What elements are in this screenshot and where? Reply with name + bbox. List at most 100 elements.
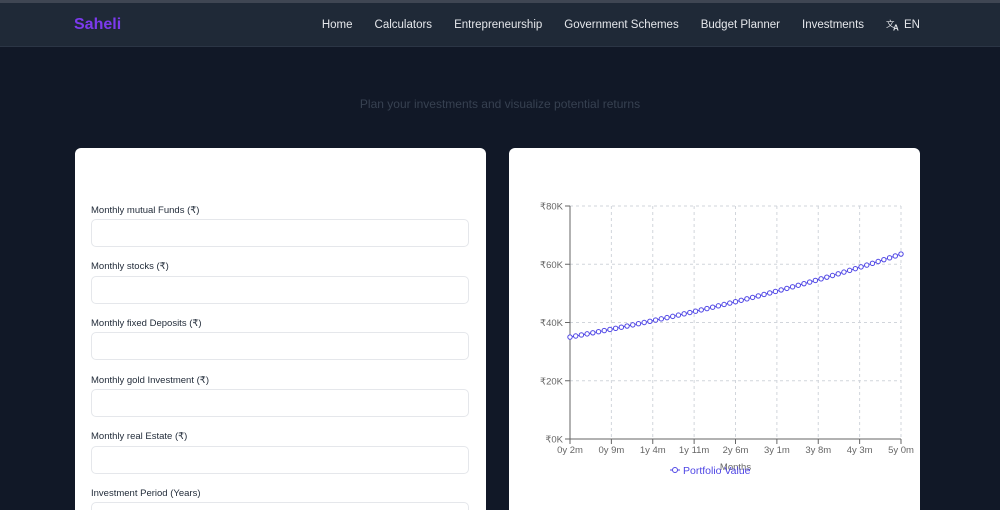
translate-icon: 文 A <box>886 19 899 32</box>
x-tick-label: 0y 9m <box>598 445 624 456</box>
data-point <box>670 313 676 320</box>
data-point <box>675 312 682 318</box>
data-point <box>806 279 813 285</box>
data-point <box>590 330 596 336</box>
brand-logo[interactable]: Saheli <box>74 16 121 34</box>
data-point <box>864 262 870 268</box>
language-label: EN <box>904 18 920 31</box>
navbar: Saheli Home Calculators Entrepreneurship… <box>0 3 1000 47</box>
data-point <box>630 322 636 328</box>
x-tick-label: 3y 1m <box>764 445 790 456</box>
data-point <box>641 319 647 326</box>
y-tick-label: ₹60K <box>540 260 564 271</box>
x-tick-label: 4y 3m <box>847 445 873 456</box>
data-point <box>824 274 830 280</box>
data-point <box>778 287 784 293</box>
data-point <box>818 276 824 282</box>
data-point <box>892 253 898 259</box>
y-axis-ticks: ₹0K ₹20K ₹40K ₹60K ₹80K <box>540 202 570 446</box>
portfolio-chart: ₹0K ₹20K ₹40K ₹60K ₹80K 0y 2m 0y 9m 1y 4m 1y 11… <box>540 202 914 478</box>
investment-form-card: Monthly mutual Funds (₹) Monthly stocks … <box>75 148 486 510</box>
data-point <box>607 326 613 333</box>
gold-investment-label: Monthly gold Investment (₹) <box>91 375 209 386</box>
data-point <box>846 267 853 274</box>
data-point <box>732 298 739 305</box>
stocks-label: Monthly stocks (₹) <box>91 261 169 272</box>
fixed-deposits-label: Monthly fixed Deposits (₹) <box>91 318 202 329</box>
nav-link-entrepreneurship[interactable]: Entrepreneurship <box>454 19 542 31</box>
data-point <box>772 288 779 295</box>
data-point <box>709 304 716 310</box>
data-point <box>835 271 841 277</box>
y-tick-label: ₹40K <box>540 318 564 329</box>
data-point <box>749 294 756 301</box>
nav-link-home[interactable]: Home <box>322 19 353 31</box>
x-tick-label: 2y 6m <box>723 445 749 456</box>
data-point <box>624 323 630 329</box>
data-point <box>692 308 699 314</box>
data-point <box>567 334 573 340</box>
data-point <box>852 265 859 272</box>
data-point <box>858 264 864 270</box>
portfolio-chart-card: ₹0K ₹20K ₹40K ₹60K ₹80K 0y 2m 0y 9m 1y 4m 1y 11… <box>509 148 920 510</box>
x-tick-label: 3y 8m <box>805 445 831 456</box>
legend-label: Portfolio Value <box>683 465 751 477</box>
data-point <box>681 311 687 317</box>
gold-investment-input[interactable] <box>91 389 469 417</box>
data-point <box>704 305 710 312</box>
fixed-deposits-input[interactable] <box>91 332 469 360</box>
data-point <box>601 327 607 334</box>
data-point <box>869 260 876 267</box>
nav-link-calculators[interactable]: Calculators <box>375 19 433 31</box>
legend-circle-marker <box>672 467 678 473</box>
data-point <box>829 272 836 279</box>
data-point <box>886 255 893 261</box>
data-point <box>658 316 665 322</box>
real-estate-label: Monthly real Estate (₹) <box>91 431 188 442</box>
data-point <box>875 258 881 265</box>
x-tick-label: 1y 4m <box>640 445 666 456</box>
chart-legend[interactable]: Portfolio Value <box>670 465 751 477</box>
real-estate-input[interactable] <box>91 446 469 474</box>
data-point <box>738 297 744 303</box>
data-point <box>767 290 773 296</box>
page-subtitle: Plan your investments and visualize pote… <box>359 97 641 111</box>
x-tick-label: 1y 11m <box>679 445 710 456</box>
data-point <box>795 282 801 288</box>
y-tick-label: ₹20K <box>540 376 564 387</box>
data-point <box>698 307 704 313</box>
nav-links: Home Calculators Entrepreneurship Govern… <box>300 18 920 32</box>
data-point <box>578 332 585 338</box>
y-tick-label: ₹80K <box>540 202 564 213</box>
data-point <box>635 320 642 327</box>
language-switcher[interactable]: 文 A EN <box>886 18 920 32</box>
data-point <box>652 317 659 323</box>
data-point <box>687 309 693 316</box>
chart-grid <box>569 205 902 440</box>
data-point <box>812 277 819 284</box>
data-point <box>784 285 790 292</box>
data-point <box>664 314 670 321</box>
x-tick-label: 5y 0m <box>888 445 914 456</box>
data-point <box>715 303 722 309</box>
data-point <box>595 328 602 335</box>
nav-link-government-schemes[interactable]: Government Schemes <box>564 19 678 31</box>
data-point <box>647 318 653 324</box>
data-point <box>789 284 796 290</box>
x-tick-label: 0y 2m <box>557 445 583 456</box>
data-point <box>612 325 619 332</box>
mutual-funds-label: Monthly mutual Funds (₹) <box>91 205 200 216</box>
data-point <box>584 331 590 337</box>
data-point <box>881 256 887 263</box>
nav-link-investments[interactable]: Investments <box>802 19 864 31</box>
stocks-input[interactable] <box>91 276 469 304</box>
mutual-funds-input[interactable] <box>91 219 469 247</box>
data-point <box>727 300 733 306</box>
data-point <box>801 280 807 287</box>
nav-link-budget-planner[interactable]: Budget Planner <box>701 19 780 31</box>
investment-period-input[interactable] <box>91 502 469 510</box>
data-point <box>721 301 727 308</box>
svg-text:A: A <box>893 24 899 32</box>
data-point <box>841 269 847 275</box>
data-point <box>744 296 750 302</box>
